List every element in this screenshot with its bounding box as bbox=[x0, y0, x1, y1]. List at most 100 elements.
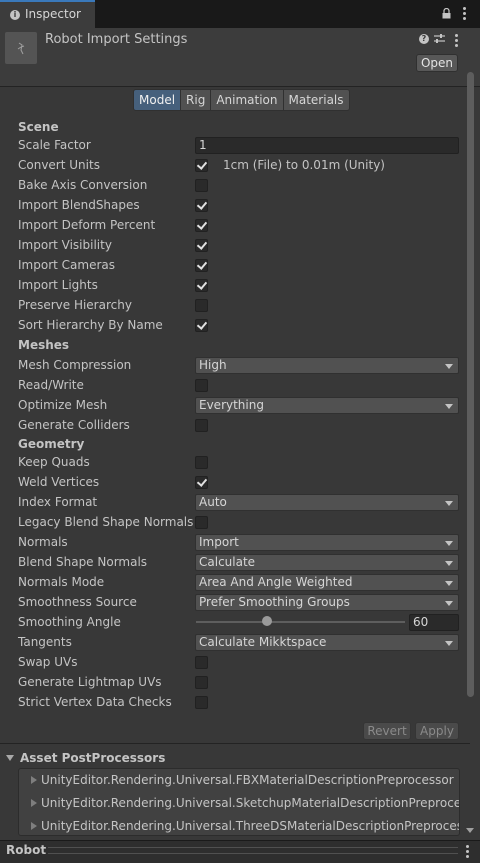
preview-label: Robot bbox=[6, 843, 47, 857]
smoothing-angle-slider-track[interactable] bbox=[196, 621, 405, 623]
scrollbar-thumb[interactable] bbox=[467, 72, 474, 697]
tangents-dropdown[interactable]: Calculate Mikktspace bbox=[195, 634, 459, 651]
tab-inspector[interactable]: i Inspector bbox=[0, 0, 95, 29]
optimize-mesh-value: Everything bbox=[199, 398, 264, 412]
postprocessor-name: UnityEditor.Rendering.Universal.Sketchup… bbox=[41, 796, 460, 810]
import-cameras-checkbox[interactable] bbox=[195, 259, 208, 272]
sort-hierarchy-checkbox[interactable] bbox=[195, 319, 208, 332]
tangents-value: Calculate Mikktspace bbox=[199, 635, 327, 649]
weld-vertices-checkbox[interactable] bbox=[195, 476, 208, 489]
blend-shape-normals-label: Blend Shape Normals bbox=[18, 555, 148, 569]
import-tabs: Model Rig Animation Materials bbox=[133, 89, 350, 111]
import-lights-label: Import Lights bbox=[18, 278, 98, 292]
settings-sliders-icon[interactable] bbox=[434, 34, 445, 44]
revert-button[interactable]: Revert bbox=[363, 722, 411, 740]
info-icon: i bbox=[10, 10, 20, 20]
import-blendshapes-label: Import BlendShapes bbox=[18, 198, 140, 212]
chevron-down-icon bbox=[445, 641, 453, 646]
preview-menu-icon[interactable] bbox=[466, 845, 470, 860]
chevron-down-icon bbox=[445, 581, 453, 586]
normals-value: Import bbox=[199, 535, 239, 549]
generate-colliders-label: Generate Colliders bbox=[18, 418, 130, 432]
swap-uvs-checkbox[interactable] bbox=[195, 656, 208, 669]
tab-model[interactable]: Model bbox=[133, 89, 182, 111]
sort-hierarchy-label: Sort Hierarchy By Name bbox=[18, 318, 163, 332]
weld-vertices-label: Weld Vertices bbox=[18, 475, 100, 489]
mesh-compression-label: Mesh Compression bbox=[18, 358, 132, 372]
import-deform-percent-checkbox[interactable] bbox=[195, 219, 208, 232]
smoothness-source-label: Smoothness Source bbox=[18, 595, 137, 609]
legacy-blend-normals-label: Legacy Blend Shape Normals bbox=[18, 515, 194, 529]
tab-rig[interactable]: Rig bbox=[181, 89, 212, 111]
postprocessor-name: UnityEditor.Rendering.Universal.FBXMater… bbox=[41, 773, 454, 787]
convert-units-note: 1cm (File) to 0.01m (Unity) bbox=[223, 158, 385, 172]
normals-mode-label: Normals Mode bbox=[18, 575, 105, 589]
chevron-down-icon bbox=[445, 364, 453, 369]
asset-postprocessors-header[interactable]: Asset PostProcessors bbox=[20, 751, 165, 765]
import-lights-checkbox[interactable] bbox=[195, 279, 208, 292]
index-format-value: Auto bbox=[199, 495, 227, 509]
section-geometry: Geometry bbox=[18, 437, 85, 451]
legacy-blend-normals-checkbox[interactable] bbox=[195, 516, 208, 529]
import-visibility-checkbox[interactable] bbox=[195, 239, 208, 252]
import-cameras-label: Import Cameras bbox=[18, 258, 115, 272]
blend-shape-normals-dropdown[interactable]: Calculate bbox=[195, 554, 459, 571]
generate-lightmap-uvs-label: Generate Lightmap UVs bbox=[18, 675, 162, 689]
tangents-label: Tangents bbox=[18, 635, 72, 649]
page-title: Robot Import Settings bbox=[45, 32, 188, 47]
smoothness-source-dropdown[interactable]: Prefer Smoothing Groups bbox=[195, 594, 459, 611]
strict-vertex-checks-label: Strict Vertex Data Checks bbox=[18, 695, 172, 709]
keep-quads-checkbox[interactable] bbox=[195, 456, 208, 469]
section-scene: Scene bbox=[18, 120, 59, 134]
tab-materials[interactable]: Materials bbox=[283, 89, 350, 111]
bake-axis-label: Bake Axis Conversion bbox=[18, 178, 148, 192]
scale-factor-field[interactable]: 1 bbox=[195, 137, 459, 154]
convert-units-checkbox[interactable] bbox=[195, 159, 208, 172]
postprocessor-name: UnityEditor.Rendering.Universal.ThreeDSM… bbox=[41, 819, 460, 833]
read-write-label: Read/Write bbox=[18, 378, 84, 392]
expand-arrow-icon bbox=[31, 799, 37, 807]
lock-icon[interactable] bbox=[442, 8, 451, 19]
chevron-down-icon bbox=[445, 601, 453, 606]
blend-shape-normals-value: Calculate bbox=[199, 555, 256, 569]
foldout-arrow-icon[interactable] bbox=[6, 755, 14, 761]
import-blendshapes-checkbox[interactable] bbox=[195, 199, 208, 212]
preview-drag-handle[interactable] bbox=[48, 847, 458, 854]
open-button[interactable]: Open bbox=[416, 54, 458, 72]
normals-mode-value: Area And Angle Weighted bbox=[199, 575, 353, 589]
read-write-checkbox[interactable] bbox=[195, 379, 208, 392]
index-format-label: Index Format bbox=[18, 495, 98, 509]
context-menu-icon[interactable] bbox=[455, 34, 459, 49]
normals-mode-dropdown[interactable]: Area And Angle Weighted bbox=[195, 574, 459, 591]
section-meshes: Meshes bbox=[18, 338, 70, 352]
convert-units-label: Convert Units bbox=[18, 158, 100, 172]
strict-vertex-checks-checkbox[interactable] bbox=[195, 696, 208, 709]
postprocessors-list: UnityEditor.Rendering.Universal.FBXMater… bbox=[18, 768, 460, 836]
expand-arrow-icon bbox=[31, 776, 37, 784]
generate-colliders-checkbox[interactable] bbox=[195, 419, 208, 432]
apply-button[interactable]: Apply bbox=[415, 722, 459, 740]
expand-arrow-icon bbox=[31, 822, 37, 830]
smoothness-source-value: Prefer Smoothing Groups bbox=[199, 595, 350, 609]
help-icon[interactable]: ? bbox=[419, 34, 429, 44]
tab-animation[interactable]: Animation bbox=[211, 89, 284, 111]
smoothing-angle-field[interactable]: 60 bbox=[409, 614, 459, 631]
optimize-mesh-label: Optimize Mesh bbox=[18, 398, 108, 412]
index-format-dropdown[interactable]: Auto bbox=[195, 494, 459, 511]
bake-axis-checkbox[interactable] bbox=[195, 179, 208, 192]
preserve-hierarchy-checkbox[interactable] bbox=[195, 299, 208, 312]
chevron-down-icon bbox=[445, 541, 453, 546]
tab-menu-icon[interactable] bbox=[463, 7, 467, 22]
generate-lightmap-uvs-checkbox[interactable] bbox=[195, 676, 208, 689]
smoothing-angle-slider-thumb[interactable] bbox=[262, 616, 272, 626]
mesh-compression-dropdown[interactable]: High bbox=[195, 357, 459, 374]
optimize-mesh-dropdown[interactable]: Everything bbox=[195, 397, 459, 414]
chevron-down-icon bbox=[445, 404, 453, 409]
scale-factor-label: Scale Factor bbox=[18, 138, 91, 152]
keep-quads-label: Keep Quads bbox=[18, 455, 90, 469]
scroll-down-arrow-icon[interactable] bbox=[466, 828, 474, 833]
chevron-down-icon bbox=[445, 561, 453, 566]
normals-dropdown[interactable]: Import bbox=[195, 534, 459, 551]
import-visibility-label: Import Visibility bbox=[18, 238, 112, 252]
smoothing-angle-label: Smoothing Angle bbox=[18, 615, 121, 629]
